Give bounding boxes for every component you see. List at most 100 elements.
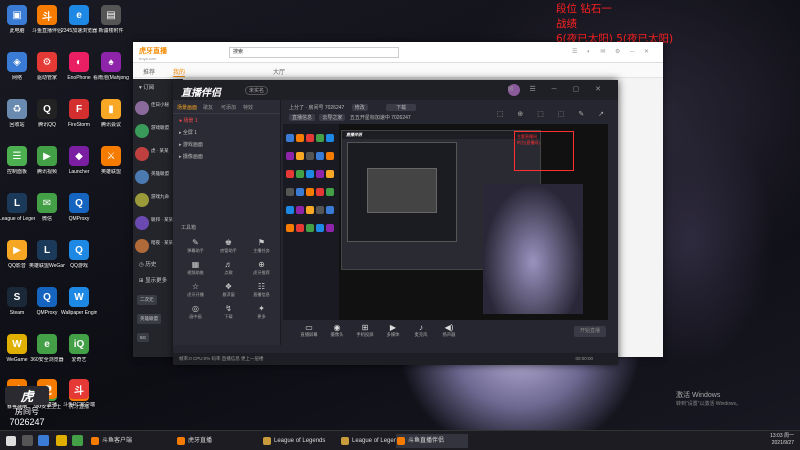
tool-button[interactable]: ♬ 点歌 bbox=[212, 260, 245, 282]
source-button[interactable]: ⊞ 手机投屏 bbox=[353, 323, 377, 338]
verify-badge[interactable]: 未实名 bbox=[245, 86, 269, 95]
app-icon: ▣ bbox=[7, 5, 27, 25]
desktop-icon[interactable]: Q QMProxy bbox=[30, 284, 64, 330]
stream-info-button[interactable]: 直播信息 bbox=[289, 114, 316, 121]
desktop-icon[interactable]: ♠ 看雨泡(Mahjong) bbox=[93, 49, 129, 95]
source-button[interactable]: ♪ 麦克风 bbox=[409, 323, 433, 338]
tab-effects[interactable]: 特效 bbox=[243, 104, 253, 111]
desktop-icon-label: QMProxy bbox=[68, 216, 90, 222]
desktop-icon[interactable]: ☰ 控制面板 bbox=[0, 143, 34, 189]
app-icon: ◆ bbox=[69, 146, 89, 166]
edit-button[interactable]: 修改 bbox=[351, 104, 368, 111]
system-tray[interactable]: 13:03 周一 2021/9/27 bbox=[770, 433, 794, 447]
desktop-icon[interactable]: 斗斗鱼PC客户端 bbox=[62, 376, 96, 422]
desktop-icon[interactable]: ▶ 腾讯视频 bbox=[30, 143, 64, 189]
app-icon: e bbox=[37, 334, 57, 354]
tab-scenes[interactable]: 场景画面 bbox=[177, 104, 197, 111]
desktop-icon[interactable]: ▣ 此电脑 bbox=[0, 2, 34, 48]
desktop-icon[interactable]: W Wallpaper Engine bbox=[61, 284, 97, 330]
desktop-icon[interactable]: ◈ 网络 bbox=[0, 49, 34, 95]
streaming-assistant-window[interactable]: 直播伴侣 未实名 ✉ ☰ ─ ▢ ✕ 场景画面 歌友 可添加 特效 ● 场景 1… bbox=[173, 80, 618, 365]
start-stream-button[interactable]: 开始直播 bbox=[574, 326, 606, 337]
sidebar-category-button[interactable]: 5G bbox=[137, 333, 150, 342]
tool-button[interactable]: ☷ 直播信息 bbox=[245, 282, 278, 304]
desktop-icon[interactable]: L 英雄联盟WeGame版 bbox=[29, 237, 65, 283]
tool-button[interactable]: ▦ 视频助推 bbox=[179, 260, 212, 282]
desktop-icon[interactable]: Q 腾讯QQ bbox=[30, 96, 64, 142]
desktop-icon[interactable]: ⚙ 驱动管家 bbox=[30, 49, 64, 95]
window-controls[interactable]: ✉ ☰ ─ ▢ ✕ bbox=[508, 85, 608, 93]
app-icon: W bbox=[7, 334, 27, 354]
tab-hall[interactable]: 大厅 bbox=[273, 67, 285, 76]
explorer-icon[interactable] bbox=[56, 435, 67, 446]
taskbar-app[interactable]: League of Legen... bbox=[340, 434, 402, 448]
browser-topbar-icons[interactable]: ☰ ◐ ✉ ⚙ ─ ✕ bbox=[572, 48, 653, 55]
search-icon[interactable] bbox=[22, 435, 33, 446]
desktop-icon[interactable]: e 360安全浏览器 bbox=[30, 331, 64, 377]
search-input[interactable]: 搜索 bbox=[229, 47, 399, 58]
desktop-icon[interactable]: ▮ 腾讯会议 bbox=[94, 96, 128, 142]
source-button[interactable]: ◀) 扬声器 bbox=[437, 323, 461, 338]
taskbar-app[interactable]: 斗鱼客户端 bbox=[90, 434, 166, 448]
source-button[interactable]: ◉ 摄像头 bbox=[325, 323, 349, 338]
tool-button[interactable]: ✦ 更多 bbox=[245, 304, 278, 326]
tool-button[interactable]: ♚ 房管助手 bbox=[212, 238, 245, 260]
tool-button[interactable]: ⊕ 虎牙推荐 bbox=[245, 260, 278, 282]
huya-browser-logo[interactable]: 虎牙直播 huya.com bbox=[139, 46, 167, 61]
task-view-icon[interactable] bbox=[38, 435, 49, 446]
preview-mini-icon bbox=[306, 152, 314, 160]
tool-button[interactable]: ❖ 悬浮窗 bbox=[212, 282, 245, 304]
taskbar-app[interactable]: 虎牙直播 bbox=[176, 434, 254, 448]
desktop-icon[interactable]: F FireStorm bbox=[62, 96, 96, 142]
source-icon: ⊞ bbox=[361, 323, 369, 332]
taskbar-app[interactable]: 斗鱼直播伴侣 bbox=[396, 434, 468, 448]
desktop-icon[interactable]: 斗斗鱼直播伴侣 bbox=[30, 2, 64, 48]
start-icon[interactable] bbox=[6, 436, 16, 446]
tool-icon: ✦ bbox=[258, 304, 265, 313]
tool-label: 点歌 bbox=[224, 270, 233, 275]
desktop-icon[interactable]: Q QMProxy bbox=[62, 190, 96, 236]
desktop-icon[interactable]: W WeGame bbox=[0, 331, 34, 377]
download-dropdown[interactable]: 下载 bbox=[386, 104, 417, 111]
desktop-icon-label: 2345加速浏览器 bbox=[61, 28, 97, 34]
tool-button[interactable]: ⚑ 主播任务 bbox=[245, 238, 278, 260]
desktop-icon[interactable]: e 2345加速浏览器 bbox=[61, 2, 97, 48]
sidebar-category-button[interactable]: 英雄联盟 bbox=[137, 314, 161, 324]
desktop-icon[interactable]: Q QQ游戏 bbox=[62, 237, 96, 283]
desktop-icon[interactable]: LLeague of Legends bbox=[0, 190, 35, 236]
desktop-icon[interactable]: ▤ 新疆楼附件 bbox=[94, 2, 128, 48]
scene-item[interactable]: ▸ 摄像画面 bbox=[173, 150, 280, 162]
source-button[interactable]: ▶ 多媒体 bbox=[381, 323, 405, 338]
desktop-icon[interactable]: ⚔ 英雄联盟 bbox=[94, 143, 128, 189]
source-button[interactable]: ▭ 直播屏幕 bbox=[297, 323, 321, 338]
cloud-home-button[interactable]: 云导之家 bbox=[319, 114, 346, 121]
tool-button[interactable]: ↯ 下载 bbox=[212, 304, 245, 326]
taskbar-app[interactable]: League of Legends bbox=[262, 434, 334, 448]
scene-item[interactable]: ● 场景 1 bbox=[173, 114, 280, 126]
preview-mini-icon bbox=[286, 170, 294, 178]
tab-mine[interactable]: 我的 bbox=[173, 67, 186, 77]
tool-button[interactable]: ✎ 弹幕助手 bbox=[179, 238, 212, 260]
preview-mini-icon bbox=[306, 206, 314, 214]
desktop-icon[interactable]: S Steam bbox=[0, 284, 34, 330]
tool-button[interactable]: ◎ 画中画 bbox=[179, 304, 212, 326]
chrome-icon[interactable] bbox=[72, 435, 83, 446]
scene-item[interactable]: ▸ 游戏画面 bbox=[173, 138, 280, 150]
desktop-icon[interactable]: ✉ 微信 bbox=[30, 190, 64, 236]
desktop-icon[interactable]: ♻ 回收站 bbox=[0, 96, 34, 142]
desktop-icon-label: 斗鱼PC客户端 bbox=[63, 402, 95, 408]
tab-recommend[interactable]: 推荐 bbox=[143, 67, 155, 76]
tab-friends[interactable]: 歌友 bbox=[203, 104, 213, 111]
desktop-icon[interactable]: iQ 爱奇艺 bbox=[62, 331, 96, 377]
red-annotation-text: 主题直播间 听力(直播间) bbox=[517, 134, 540, 145]
tab-addable[interactable]: 可添加 bbox=[221, 104, 236, 111]
right-toolbar-icons[interactable]: ⬚ ⊕ ⬚ ⬚ ✎ ↗ bbox=[497, 110, 610, 118]
browser-topbar: 虎牙直播 huya.com 搜索 ☰ ◐ ✉ ⚙ ─ ✕ bbox=[133, 42, 663, 63]
sidebar-category-button[interactable]: 二次元 bbox=[137, 295, 157, 305]
desktop-icon[interactable]: ▶ QQ影音 bbox=[0, 237, 34, 283]
scene-item[interactable]: ▸ 全屏 1 bbox=[173, 126, 280, 138]
desktop-icon[interactable]: ◐ EnoPhone bbox=[62, 49, 96, 95]
app-icon: L bbox=[7, 193, 27, 213]
tool-button[interactable]: ☆ 虎牙开播 bbox=[179, 282, 212, 304]
desktop-icon[interactable]: ◆ Launcher bbox=[62, 143, 96, 189]
